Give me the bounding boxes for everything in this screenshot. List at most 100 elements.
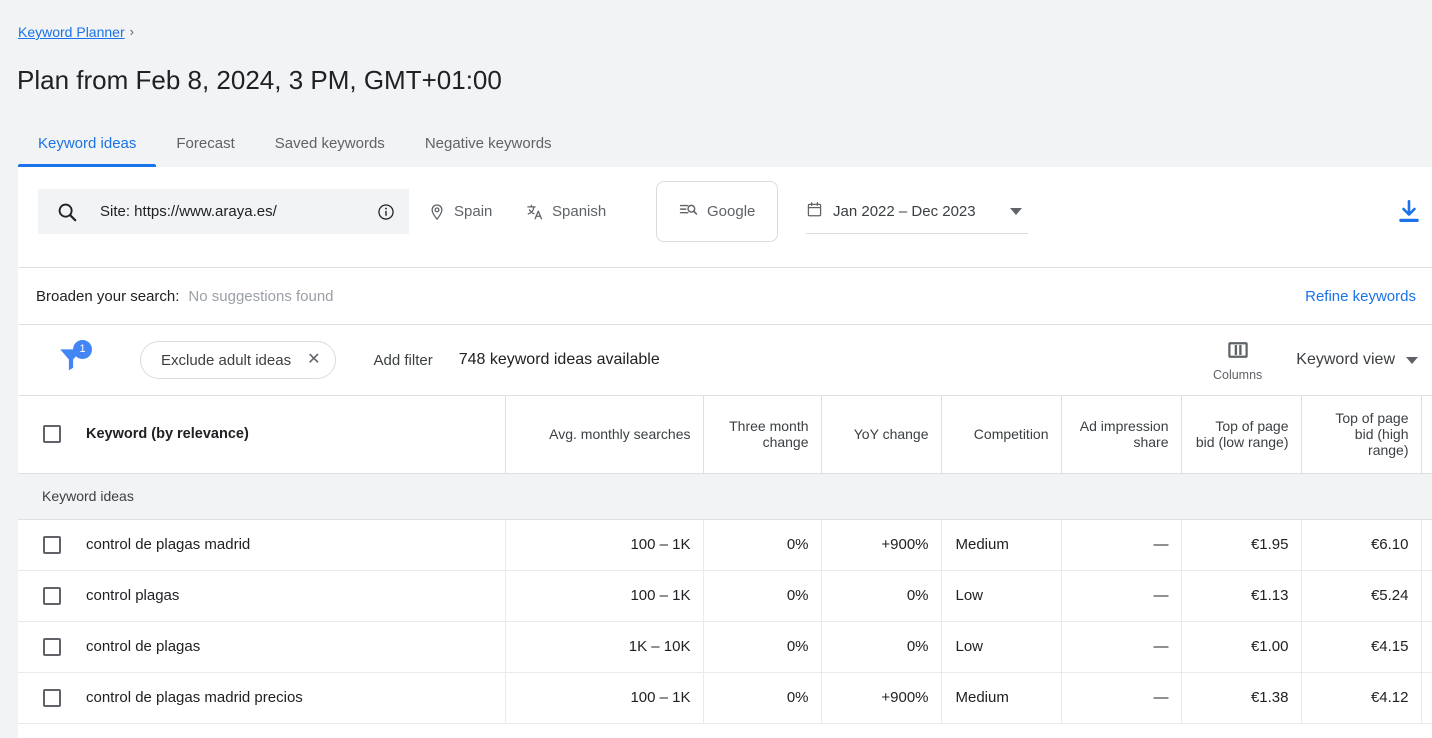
tab-keyword-ideas[interactable]: Keyword ideas bbox=[18, 120, 157, 167]
table-group-row: Keyword ideas bbox=[18, 473, 1432, 520]
cell-overflow bbox=[1421, 672, 1432, 724]
view-selector[interactable]: Keyword view bbox=[1296, 351, 1418, 369]
cell-keyword: control plagas bbox=[86, 570, 506, 622]
broaden-label: Broaden your search: bbox=[36, 287, 180, 305]
chevron-down-icon bbox=[1010, 207, 1022, 215]
add-filter-button[interactable]: Add filter bbox=[374, 352, 433, 369]
page-title: Plan from Feb 8, 2024, 3 PM, GMT+01:00 bbox=[17, 65, 502, 95]
row-checkbox[interactable] bbox=[43, 688, 61, 707]
info-icon[interactable] bbox=[377, 203, 395, 221]
row-checkbox[interactable] bbox=[43, 586, 61, 605]
cell-yoy-change: 0% bbox=[821, 570, 942, 622]
cell-avg-monthly-searches: 1K – 10K bbox=[505, 621, 704, 673]
cell-ad-impression-share: — bbox=[1061, 570, 1182, 622]
select-all-checkbox[interactable] bbox=[43, 425, 61, 444]
breadcrumb-link-keyword-planner[interactable]: Keyword Planner bbox=[18, 22, 125, 42]
search-input[interactable]: Site: https://www.araya.es/ bbox=[38, 189, 409, 234]
chevron-down-icon bbox=[1406, 356, 1418, 364]
cell-overflow bbox=[1421, 570, 1432, 622]
search-toolbar: Site: https://www.araya.es/ Spain Spanis… bbox=[18, 167, 1432, 268]
cell-bid-low: €1.38 bbox=[1181, 672, 1302, 724]
column-header-avg-monthly-searches[interactable]: Avg. monthly searches bbox=[505, 396, 704, 474]
column-header-yoy-change[interactable]: YoY change bbox=[821, 396, 942, 474]
breadcrumb-separator-icon: › bbox=[129, 24, 134, 39]
location-label: Spain bbox=[454, 203, 493, 220]
row-select-cell bbox=[18, 519, 86, 571]
tab-label: Keyword ideas bbox=[38, 135, 137, 152]
columns-button[interactable]: Columns bbox=[1213, 339, 1262, 382]
cell-ad-impression-share: — bbox=[1061, 672, 1182, 724]
search-input-value: Site: https://www.araya.es/ bbox=[100, 203, 277, 220]
network-selector[interactable]: Google bbox=[656, 181, 779, 242]
tab-label: Negative keywords bbox=[424, 135, 552, 152]
location-pin-icon bbox=[428, 203, 446, 221]
refine-keywords-button[interactable]: Refine keywords bbox=[1305, 288, 1416, 305]
cell-three-month-change: 0% bbox=[703, 621, 822, 673]
cell-yoy-change: +900% bbox=[821, 519, 942, 571]
filter-chip-exclude-adult-ideas[interactable]: Exclude adult ideas ✕ bbox=[140, 341, 336, 379]
tab-saved-keywords[interactable]: Saved keywords bbox=[255, 120, 405, 167]
cell-competition: Low bbox=[941, 621, 1062, 673]
cell-avg-monthly-searches: 100 – 1K bbox=[505, 672, 704, 724]
broaden-value: No suggestions found bbox=[188, 287, 334, 305]
column-header-overflow[interactable] bbox=[1421, 396, 1432, 474]
available-ideas-count: 748 keyword ideas available bbox=[458, 351, 660, 368]
search-network-icon bbox=[679, 200, 698, 223]
cell-bid-low: €1.13 bbox=[1181, 570, 1302, 622]
select-all-header bbox=[18, 396, 86, 474]
calendar-icon bbox=[806, 201, 823, 222]
cell-avg-monthly-searches: 100 – 1K bbox=[505, 519, 704, 571]
columns-icon bbox=[1226, 339, 1250, 366]
filter-icon-button[interactable]: 1 bbox=[56, 340, 92, 377]
table-row[interactable]: control plagas 100 – 1K 0% 0% Low — €1.1… bbox=[18, 570, 1432, 622]
table-row[interactable]: control de plagas 1K – 10K 0% 0% Low — €… bbox=[18, 621, 1432, 673]
tab-label: Saved keywords bbox=[274, 135, 385, 152]
column-header-keyword[interactable]: Keyword (by relevance) bbox=[86, 396, 506, 474]
column-header-competition[interactable]: Competition bbox=[941, 396, 1062, 474]
cell-competition: Low bbox=[941, 570, 1062, 622]
location-selector[interactable]: Spain bbox=[428, 189, 492, 234]
cell-bid-low: €1.00 bbox=[1181, 621, 1302, 673]
cell-bid-low: €1.95 bbox=[1181, 519, 1302, 571]
tab-label: Forecast bbox=[176, 135, 235, 152]
cell-three-month-change: 0% bbox=[703, 570, 822, 622]
cell-keyword: control de plagas madrid bbox=[86, 519, 506, 571]
column-header-three-month-change[interactable]: Three month change bbox=[703, 396, 822, 474]
view-label: Keyword view bbox=[1296, 351, 1395, 368]
cell-keyword: control de plagas bbox=[86, 621, 506, 673]
download-button[interactable] bbox=[1394, 197, 1424, 227]
column-header-ad-impression-share[interactable]: Ad impression share bbox=[1061, 396, 1182, 474]
cell-bid-high: €4.12 bbox=[1301, 672, 1422, 724]
column-header-bid-low[interactable]: Top of page bid (low range) bbox=[1181, 396, 1302, 474]
row-select-cell bbox=[18, 672, 86, 724]
filter-count-badge: 1 bbox=[73, 340, 92, 359]
language-selector[interactable]: Spanish bbox=[526, 189, 606, 234]
date-range-selector[interactable]: Jan 2022 – Dec 2023 bbox=[806, 189, 1028, 234]
language-label: Spanish bbox=[552, 203, 607, 220]
network-label: Google bbox=[707, 203, 756, 220]
cell-overflow bbox=[1421, 519, 1432, 571]
columns-label: Columns bbox=[1212, 367, 1263, 382]
search-icon bbox=[56, 201, 78, 223]
broaden-search-row: Broaden your search: No suggestions foun… bbox=[18, 268, 1432, 325]
table-header-row: Keyword (by relevance) Avg. monthly sear… bbox=[18, 396, 1432, 474]
keyword-table-wrapper: Keyword (by relevance) Avg. monthly sear… bbox=[18, 396, 1432, 724]
cell-competition: Medium bbox=[941, 519, 1062, 571]
cell-yoy-change: 0% bbox=[821, 621, 942, 673]
table-row[interactable]: control de plagas madrid 100 – 1K 0% +90… bbox=[18, 519, 1432, 571]
close-icon[interactable]: ✕ bbox=[307, 352, 320, 368]
tab-negative-keywords[interactable]: Negative keywords bbox=[405, 120, 572, 167]
cell-ad-impression-share: — bbox=[1061, 621, 1182, 673]
cell-yoy-change: +900% bbox=[821, 672, 942, 724]
cell-competition: Medium bbox=[941, 672, 1062, 724]
table-row[interactable]: control de plagas madrid precios 100 – 1… bbox=[18, 672, 1432, 724]
table-group-label: Keyword ideas bbox=[18, 473, 1432, 520]
tab-forecast[interactable]: Forecast bbox=[156, 120, 254, 167]
column-header-bid-high[interactable]: Top of page bid (high range) bbox=[1301, 396, 1422, 474]
cell-three-month-change: 0% bbox=[703, 672, 822, 724]
cell-overflow bbox=[1421, 621, 1432, 673]
row-checkbox[interactable] bbox=[43, 535, 61, 554]
row-select-cell bbox=[18, 621, 86, 673]
cell-three-month-change: 0% bbox=[703, 519, 822, 571]
row-checkbox[interactable] bbox=[43, 637, 61, 656]
